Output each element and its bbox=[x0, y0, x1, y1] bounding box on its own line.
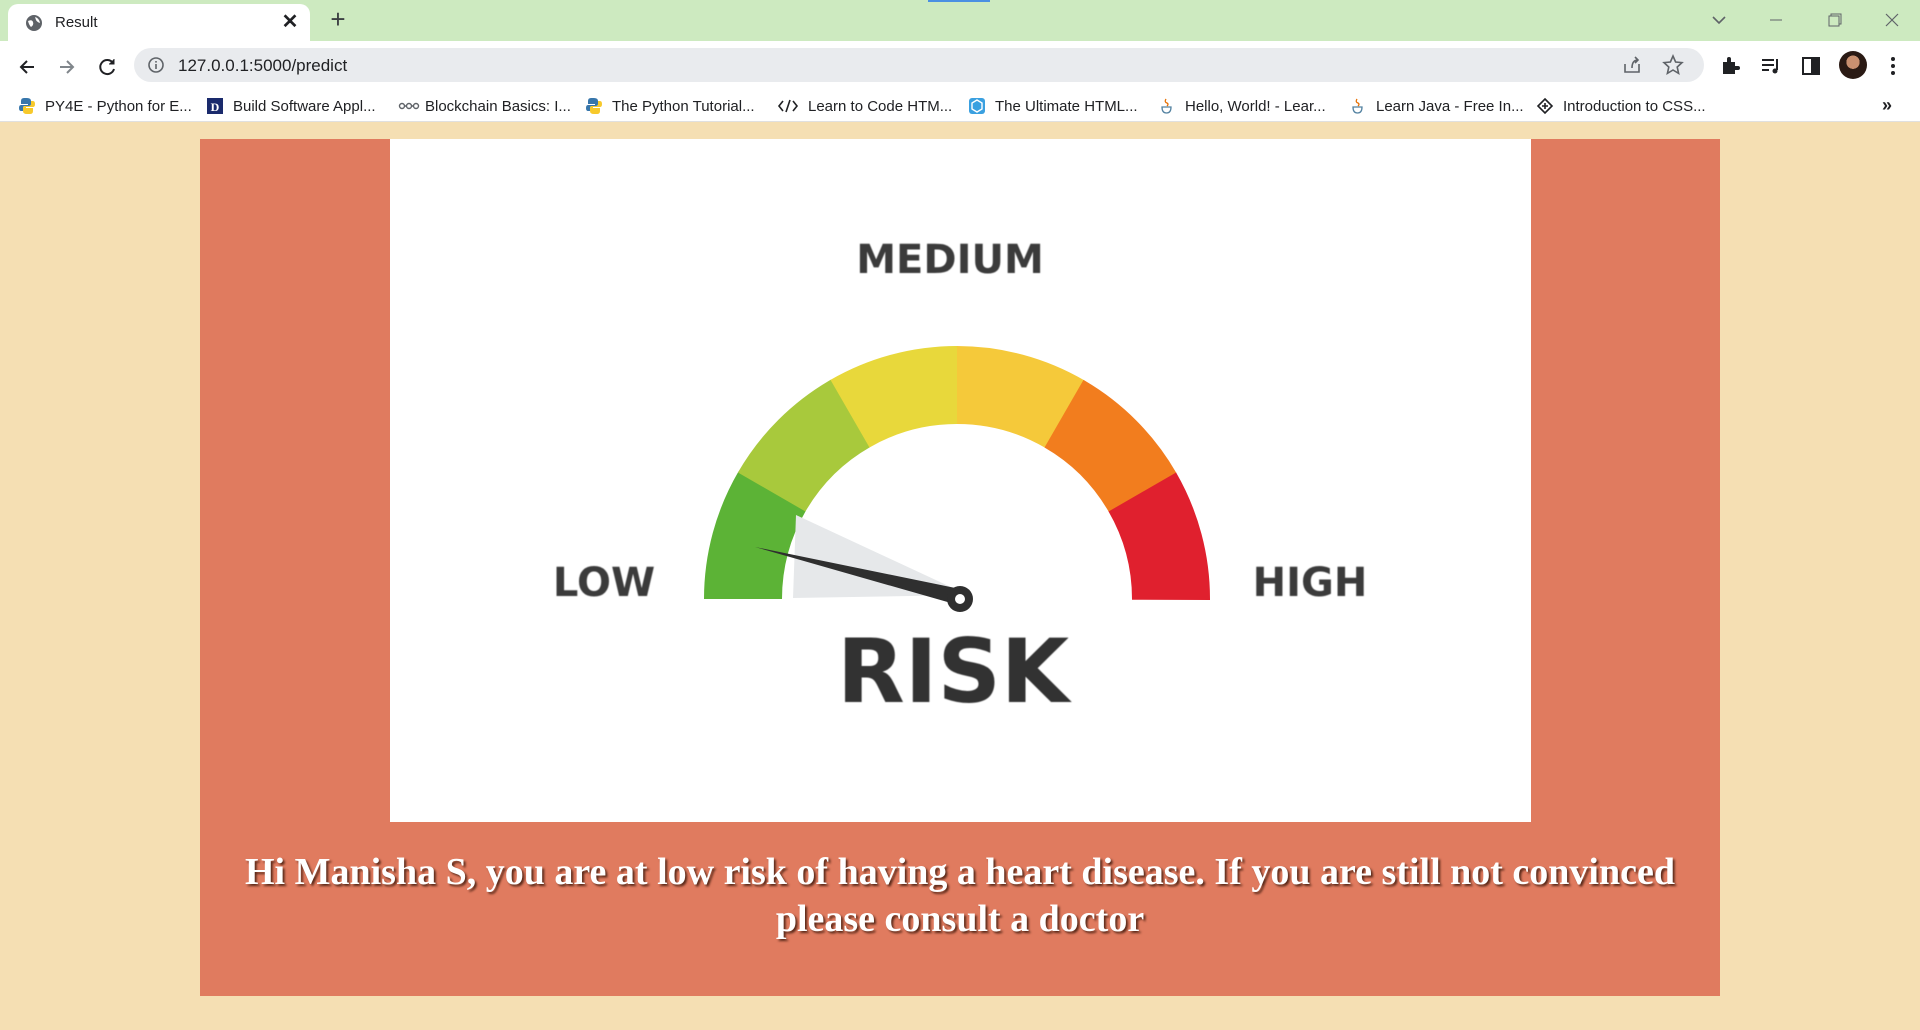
site-logo-icon: D bbox=[206, 97, 224, 115]
bookmark-item[interactable]: The Python Tutorial... bbox=[585, 95, 755, 117]
side-panel-icon[interactable] bbox=[1798, 53, 1824, 79]
restore-button[interactable] bbox=[1814, 6, 1854, 34]
risk-gauge-image: MEDIUM LOW HIGH RISK bbox=[390, 139, 1531, 822]
bookmark-item[interactable]: Blockchain Basics: I... bbox=[398, 95, 571, 117]
bookmarks-bar: PY4E - Python for E... D Build Software … bbox=[0, 89, 1920, 122]
tab-close-icon[interactable]: ✕ bbox=[280, 12, 300, 32]
browser-toolbar bbox=[0, 41, 1920, 89]
bookmark-label: Introduction to CSS... bbox=[1563, 97, 1706, 115]
forward-arrow-icon[interactable] bbox=[53, 53, 81, 81]
bookmark-item[interactable]: The Ultimate HTML... bbox=[968, 95, 1138, 117]
media-queue-icon[interactable] bbox=[1758, 53, 1784, 79]
bookmark-label: The Python Tutorial... bbox=[612, 97, 755, 115]
blockchain-icon bbox=[398, 97, 420, 115]
extensions-puzzle-icon[interactable] bbox=[1718, 53, 1744, 79]
bookmark-label: Learn Java - Free In... bbox=[1376, 97, 1524, 115]
bookmark-item[interactable]: D Build Software Appl... bbox=[206, 95, 376, 117]
tab-strip-highlight bbox=[928, 0, 990, 2]
url-field[interactable] bbox=[178, 56, 1578, 76]
gauge-label-risk: RISK bbox=[837, 620, 1072, 723]
bookmark-item[interactable]: Learn Java - Free In... bbox=[1349, 95, 1524, 117]
svg-text:D: D bbox=[211, 100, 220, 114]
python-logo-icon bbox=[18, 97, 36, 115]
gauge-arc bbox=[704, 346, 1210, 601]
more-bookmarks-chevron-icon[interactable]: » bbox=[1882, 95, 1892, 116]
profile-avatar[interactable] bbox=[1839, 51, 1867, 79]
java-cup-icon bbox=[1158, 97, 1176, 115]
bookmark-item[interactable]: Learn to Code HTM... bbox=[777, 95, 952, 117]
bookmark-label: Build Software Appl... bbox=[233, 97, 376, 115]
reload-icon[interactable] bbox=[93, 53, 121, 81]
gauge-label-medium: MEDIUM bbox=[856, 237, 1044, 283]
tab-title: Result bbox=[55, 14, 98, 31]
codecademy-icon bbox=[1536, 97, 1554, 115]
minimize-button[interactable] bbox=[1756, 6, 1796, 34]
address-bar[interactable] bbox=[134, 48, 1704, 82]
result-message: Hi Manisha S, you are at low risk of hav… bbox=[245, 851, 1675, 940]
new-tab-button[interactable]: + bbox=[326, 6, 350, 32]
bookmark-item[interactable]: Hello, World! - Lear... bbox=[1158, 95, 1326, 117]
bookmark-item[interactable]: Introduction to CSS... bbox=[1536, 95, 1706, 117]
share-icon[interactable] bbox=[1621, 54, 1643, 76]
tab-search-chevron-icon[interactable] bbox=[1707, 8, 1731, 32]
bookmark-label: Hello, World! - Lear... bbox=[1185, 97, 1326, 115]
bookmark-label: Blockchain Basics: I... bbox=[425, 97, 571, 115]
java-cup-icon bbox=[1349, 97, 1367, 115]
risk-gauge: MEDIUM LOW HIGH RISK bbox=[553, 237, 1368, 723]
bookmark-star-icon[interactable] bbox=[1662, 53, 1684, 76]
bookmark-item[interactable]: PY4E - Python for E... bbox=[18, 95, 192, 117]
close-window-button[interactable] bbox=[1872, 6, 1912, 34]
browser-menu-icon[interactable] bbox=[1880, 53, 1906, 79]
tab-result[interactable]: Result ✕ bbox=[8, 4, 310, 41]
gauge-label-low: LOW bbox=[553, 560, 655, 606]
hexagon-logo-icon bbox=[968, 97, 986, 115]
python-logo-icon bbox=[585, 97, 603, 115]
result-panel: MEDIUM LOW HIGH RISK Hi Manisha S, you a… bbox=[200, 139, 1720, 996]
globe-icon bbox=[25, 14, 43, 32]
tab-strip: Result ✕ + bbox=[0, 0, 1920, 41]
site-info-icon[interactable] bbox=[147, 56, 165, 74]
bookmark-label: Learn to Code HTM... bbox=[808, 97, 953, 115]
code-brackets-icon bbox=[777, 97, 799, 115]
back-arrow-icon[interactable] bbox=[13, 53, 41, 81]
bookmark-label: PY4E - Python for E... bbox=[45, 97, 192, 115]
gauge-label-high: HIGH bbox=[1253, 560, 1368, 606]
bookmark-label: The Ultimate HTML... bbox=[995, 97, 1138, 115]
